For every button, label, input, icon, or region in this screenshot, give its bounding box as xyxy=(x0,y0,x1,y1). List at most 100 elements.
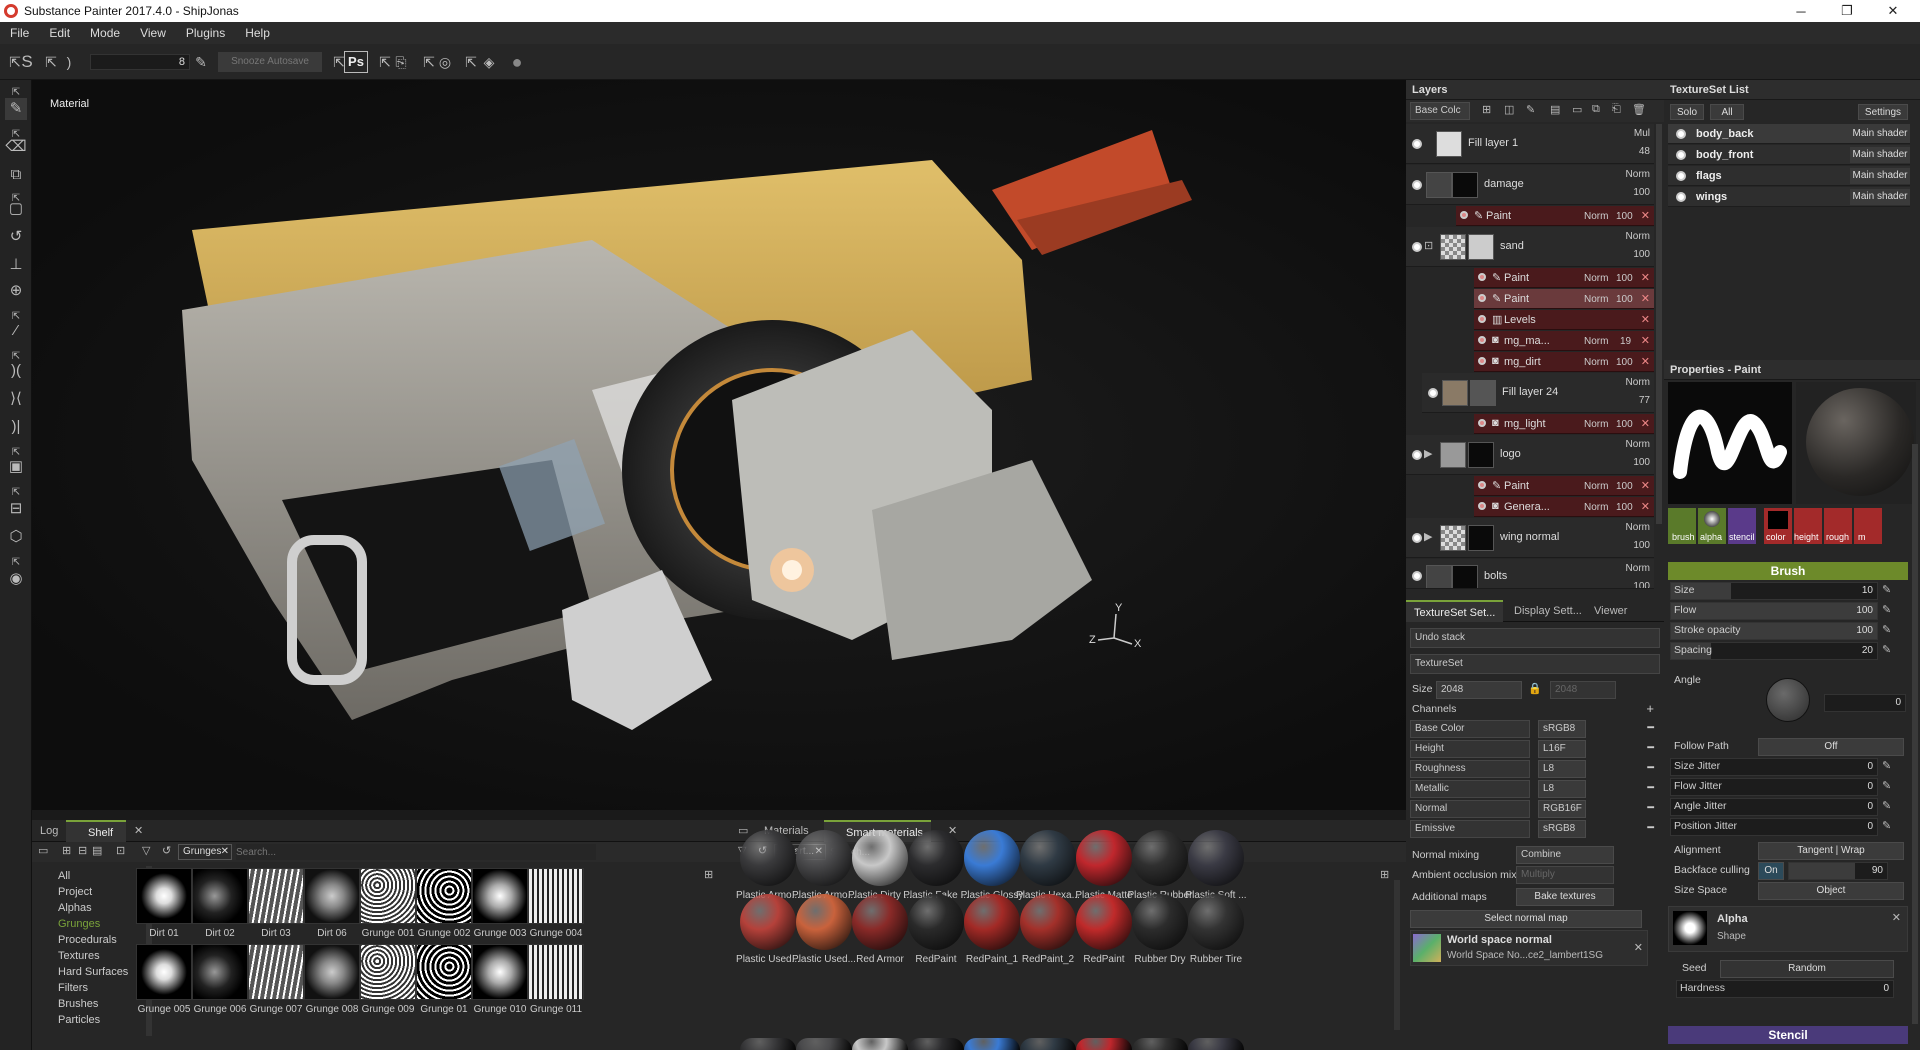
pen-pressure-icon[interactable]: ✎ xyxy=(1882,623,1891,636)
category-alphas[interactable]: Alphas xyxy=(58,902,92,914)
layer-opacity[interactable]: 100 xyxy=(1633,581,1650,588)
menu-mode[interactable]: Mode xyxy=(80,26,130,40)
material-sphere[interactable] xyxy=(740,894,796,950)
channel-dropdown[interactable]: Base Colc xyxy=(1410,102,1470,120)
expand-icon[interactable]: ⇱ xyxy=(462,53,480,71)
layer-row[interactable]: ▶ logo Norm 100 xyxy=(1406,435,1654,475)
folder-icon[interactable]: ▭ xyxy=(38,844,48,857)
layer-row[interactable]: ⊡ sand Norm 100 xyxy=(1406,227,1654,267)
visibility-eye-icon[interactable] xyxy=(1478,315,1486,323)
menu-view[interactable]: View xyxy=(130,26,176,40)
visibility-eye-icon[interactable] xyxy=(1460,211,1468,219)
shelf-item[interactable]: Grunge 010 xyxy=(470,944,530,1016)
textureset-row[interactable]: body_front Main shader xyxy=(1668,145,1910,165)
material-sphere[interactable] xyxy=(1188,830,1244,886)
layer-blend-mode[interactable]: Norm xyxy=(1626,563,1650,574)
tab-textureset-settings[interactable]: TextureSet Set... xyxy=(1406,600,1504,622)
effect-opacity[interactable]: 100 xyxy=(1616,211,1633,222)
remove-filter-icon[interactable]: ✕ xyxy=(221,845,229,859)
remove-effect-icon[interactable]: ✕ xyxy=(1641,334,1650,347)
add-effect-icon[interactable]: ⊞ xyxy=(1482,103,1491,116)
export-textures-icon[interactable]: ⎘ xyxy=(392,53,410,71)
duplicate-icon[interactable]: ⧉ xyxy=(1592,103,1600,116)
shelf-item[interactable]: Dirt 06 xyxy=(302,868,362,940)
follow-path-toggle[interactable]: Off xyxy=(1758,738,1904,756)
material-sphere[interactable] xyxy=(852,894,908,950)
remove-effect-icon[interactable]: ✕ xyxy=(1641,209,1650,222)
material-sphere[interactable] xyxy=(1076,894,1132,950)
remove-channel-icon[interactable]: ━ xyxy=(1647,721,1654,734)
effect-row[interactable]: ✎ Paint Norm 100 ✕ xyxy=(1474,289,1654,309)
effect-opacity[interactable]: 100 xyxy=(1616,502,1633,513)
flow-slider[interactable]: Flow 100 ✎ xyxy=(1670,602,1906,620)
visibility-eye-icon[interactable] xyxy=(1676,171,1686,181)
shelf-item[interactable]: Grunge 004 xyxy=(526,868,586,940)
effect-blend[interactable]: Norm xyxy=(1584,481,1608,492)
menu-file[interactable]: File xyxy=(0,26,39,40)
shelf-item[interactable]: Grunge 006 xyxy=(190,944,250,1016)
stencil-section-header[interactable]: Stencil xyxy=(1668,1026,1908,1044)
eraser-icon[interactable]: ⌫ xyxy=(5,136,27,158)
visibility-eye-icon[interactable] xyxy=(1412,139,1422,149)
layer-opacity[interactable]: 100 xyxy=(1633,540,1650,551)
shelf-item[interactable]: Grunge 007 xyxy=(246,944,306,1016)
remove-effect-icon[interactable]: ✕ xyxy=(1641,271,1650,284)
clone-stamp-icon[interactable]: ⊥ xyxy=(5,254,27,276)
remove-effect-icon[interactable]: ✕ xyxy=(1641,479,1650,492)
remove-channel-icon[interactable]: ━ xyxy=(1647,741,1654,754)
effect-row[interactable]: ✎ Paint Norm 100 ✕ xyxy=(1456,206,1654,226)
visibility-eye-icon[interactable] xyxy=(1478,336,1486,344)
visibility-eye-icon[interactable] xyxy=(1676,150,1686,160)
material-sphere[interactable] xyxy=(796,830,852,886)
material-sphere[interactable] xyxy=(852,830,908,886)
shelf-item[interactable]: Dirt 01 xyxy=(134,868,194,940)
material-sphere[interactable] xyxy=(1020,830,1076,886)
material-sphere[interactable] xyxy=(1188,1038,1244,1050)
pen-pressure-icon[interactable]: ✎ xyxy=(1882,759,1891,772)
maximize-button[interactable]: ❐ xyxy=(1824,0,1870,22)
pen-pressure-icon[interactable]: ✎ xyxy=(1882,779,1891,792)
grid-view-icon[interactable]: ⊞ xyxy=(704,868,713,881)
solo-button[interactable]: Solo xyxy=(1670,104,1704,120)
tab-shelf[interactable]: Shelf xyxy=(66,820,126,842)
brush-size-field[interactable]: 8 xyxy=(90,54,190,70)
instance-icon[interactable]: ⎗ xyxy=(1612,103,1621,116)
material-sphere[interactable] xyxy=(796,1038,852,1050)
grid-view-icon[interactable]: ⊞ xyxy=(1380,868,1389,881)
effect-blend[interactable]: Norm xyxy=(1584,273,1608,284)
visibility-eye-icon[interactable] xyxy=(1676,192,1686,202)
material-sphere[interactable] xyxy=(1132,894,1188,950)
category-particles[interactable]: Particles xyxy=(58,1014,100,1026)
effect-opacity[interactable]: 100 xyxy=(1616,357,1633,368)
symmetry-icon[interactable]: )( xyxy=(5,360,27,382)
remove-channel-icon[interactable]: ━ xyxy=(1647,801,1654,814)
uv-view-icon[interactable]: ▣ xyxy=(5,456,27,478)
layer-row[interactable]: damage Norm 100 xyxy=(1406,165,1654,205)
panel-menu-icon[interactable]: ▭ xyxy=(738,824,748,837)
record-icon[interactable]: ● xyxy=(508,53,526,71)
material-sphere[interactable] xyxy=(908,894,964,950)
stroke-opacity-slider[interactable]: Stroke opacity 100 ✎ xyxy=(1670,622,1906,640)
remove-channel-icon[interactable]: ━ xyxy=(1647,821,1654,834)
remove-map-icon[interactable]: ✕ xyxy=(1634,941,1643,954)
material-sphere[interactable] xyxy=(796,894,852,950)
layer-row[interactable]: Fill layer 24 Norm 77 xyxy=(1422,373,1654,413)
effect-opacity[interactable]: 100 xyxy=(1616,481,1633,492)
symmetry-plane-icon[interactable]: )| xyxy=(5,416,27,438)
viewport-settings-icon[interactable]: ⊟ xyxy=(5,498,27,520)
material-sphere[interactable] xyxy=(1132,830,1188,886)
menu-edit[interactable]: Edit xyxy=(39,26,80,40)
layer-blend-mode[interactable]: Mul xyxy=(1634,128,1650,139)
shelf-item[interactable]: Grunge 008 xyxy=(302,944,362,1016)
effect-row[interactable]: ▥ Levels ✕ xyxy=(1474,310,1654,330)
layer-opacity[interactable]: 100 xyxy=(1633,187,1650,198)
properties-scrollbar[interactable] xyxy=(1912,444,1918,1024)
material-picker-icon[interactable]: ⊕ xyxy=(5,280,27,302)
effect-blend[interactable]: Norm xyxy=(1584,502,1608,513)
shader-dropdown[interactable]: Main shader xyxy=(1850,189,1910,205)
channel-format-dropdown[interactable]: sRGB8 xyxy=(1538,820,1586,838)
visibility-eye-icon[interactable] xyxy=(1478,273,1486,281)
layer-row[interactable]: bolts Norm 100 xyxy=(1406,559,1654,589)
effect-blend[interactable]: Norm xyxy=(1584,211,1608,222)
pen-pressure-icon[interactable]: ✎ xyxy=(1882,819,1891,832)
